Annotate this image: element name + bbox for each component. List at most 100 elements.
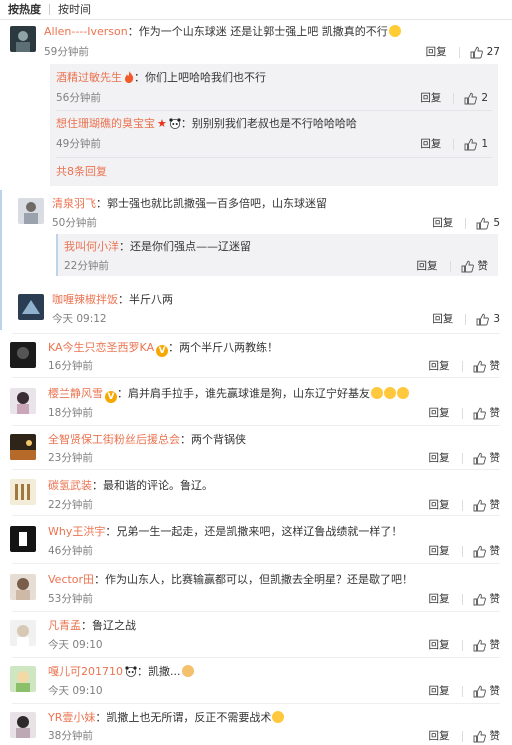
username-link[interactable]: Allen----Iverson xyxy=(44,25,128,38)
username-link[interactable]: 想住珊瑚礁的臭宝宝 xyxy=(56,117,155,130)
reply-button[interactable]: 回复 xyxy=(420,137,441,151)
username-link[interactable]: 我叫何小洋 xyxy=(64,240,119,253)
username-link[interactable]: Vector田 xyxy=(48,573,94,586)
avatar[interactable] xyxy=(10,712,36,738)
comment-text: ：作为山东人，比赛输赢都可以，但凯撒去全明星？还是歇了吧！ xyxy=(94,573,414,586)
action-divider xyxy=(461,685,463,697)
reply-button[interactable]: 回复 xyxy=(432,312,453,326)
like-icon[interactable] xyxy=(473,407,486,420)
comment-item: Why王洪宇：兄弟一生一起走，还是凯撒来吧，这样辽鲁战绩就一样了！ 46分钟前 … xyxy=(0,518,512,562)
avatar[interactable] xyxy=(10,26,36,52)
comment-item: 樱兰静风雪 V ：肩并肩手拉手，谁先赢球谁是狗，山东辽宁好基友 18分钟前 回复 赞 xyxy=(0,380,512,424)
username-link[interactable]: 嘎儿可201710 xyxy=(48,665,123,678)
comment-item: 咖喱辣椒拌饭：半斤八两 今天 09:12 回复 3 xyxy=(0,288,512,332)
comment-text: ：鲁辽之战 xyxy=(81,619,136,632)
reply-content: 酒精过敏先生 ：你们上吧哈哈我们也不行 xyxy=(56,71,266,85)
comment-content: 全智贤保工街粉丝后援总会：两个背锅侠 xyxy=(48,433,246,447)
avatar[interactable] xyxy=(10,479,36,505)
like-icon[interactable] xyxy=(476,313,490,326)
avatar[interactable] xyxy=(10,342,36,368)
avatar[interactable] xyxy=(10,574,36,600)
username-link[interactable]: YR壹小妹 xyxy=(48,711,95,724)
like-icon[interactable] xyxy=(464,138,478,151)
reply-button[interactable]: 回复 xyxy=(429,451,450,465)
like-icon[interactable] xyxy=(464,92,478,105)
avatar[interactable] xyxy=(10,526,36,552)
emoji-icon xyxy=(388,25,401,37)
username-link[interactable]: 咖喱辣椒拌饭 xyxy=(52,293,118,306)
like-button-label[interactable]: 赞 xyxy=(490,498,501,512)
reply-button[interactable]: 回复 xyxy=(429,406,450,420)
sort-by-hot-tab[interactable]: 按热度 xyxy=(0,0,49,20)
reply-button[interactable]: 回复 xyxy=(429,638,450,652)
comment-text: ：半斤八两 xyxy=(118,293,173,306)
comment-time: 16分钟前 xyxy=(48,360,93,372)
more-replies-link[interactable]: 共8条回复 xyxy=(56,165,107,179)
comment-time: 今天 09:10 xyxy=(48,639,103,651)
action-divider xyxy=(461,360,463,372)
comment-actions: 回复 赞 xyxy=(429,498,501,512)
reply-button[interactable]: 回复 xyxy=(429,359,450,373)
reply-button[interactable]: 回复 xyxy=(429,544,450,558)
like-icon[interactable] xyxy=(470,46,483,59)
comment-time: 18分钟前 xyxy=(48,407,93,419)
comment-time: 38分钟前 xyxy=(48,730,93,742)
comment-item: 碳氢武装：最和谐的评论。鲁辽。 22分钟前 回复 赞 xyxy=(0,472,512,514)
like-icon[interactable] xyxy=(473,545,486,558)
like-icon[interactable] xyxy=(473,730,486,743)
avatar[interactable] xyxy=(10,666,36,692)
like-icon[interactable] xyxy=(473,452,486,465)
avatar[interactable] xyxy=(10,620,36,646)
comment-divider xyxy=(12,333,500,334)
avatar[interactable] xyxy=(10,388,36,414)
username-link[interactable]: 全智贤保工街粉丝后援总会 xyxy=(48,433,180,446)
like-button-label[interactable]: 赞 xyxy=(490,684,501,698)
username-link[interactable]: 樱兰静风雪 xyxy=(48,387,103,400)
reply-button[interactable]: 回复 xyxy=(432,216,453,230)
reply-button[interactable]: 回复 xyxy=(426,45,447,59)
reply-item: 想住珊瑚礁的臭宝宝 ★ ：别别别我们老叔也是不行哈哈哈哈 49分钟前 回复 1 xyxy=(50,111,498,157)
like-icon[interactable] xyxy=(476,217,490,230)
reply-button[interactable]: 回复 xyxy=(420,91,441,105)
avatar[interactable] xyxy=(18,198,44,224)
reply-button[interactable]: 回复 xyxy=(429,729,450,743)
action-divider xyxy=(461,639,463,651)
comment-actions: 回复 赞 xyxy=(429,684,501,698)
like-icon[interactable] xyxy=(473,360,486,373)
username-link[interactable]: 碳氢武装 xyxy=(48,479,92,492)
reply-list: 酒精过敏先生 ：你们上吧哈哈我们也不行 56分钟前 回复 2 想住珊瑚礁的臭宝宝 ★… xyxy=(50,64,498,186)
like-icon[interactable] xyxy=(473,685,486,698)
avatar[interactable] xyxy=(10,434,36,460)
comment-actions: 回复 赞 xyxy=(429,729,501,743)
verified-badge-icon: V xyxy=(156,345,169,357)
reply-button[interactable]: 回复 xyxy=(429,498,450,512)
reply-button[interactable]: 回复 xyxy=(429,592,450,606)
sort-by-time-tab[interactable]: 按时间 xyxy=(50,0,99,20)
like-icon[interactable] xyxy=(461,260,474,273)
username-link[interactable]: Why王洪宇 xyxy=(48,525,105,538)
reply-indicator xyxy=(56,234,58,276)
comment-content: YR壹小妹：凯撒上也无所谓，反正不需要战术 xyxy=(48,711,285,725)
reply-actions: 回复 赞 xyxy=(417,259,489,273)
comment-item: Vector田：作为山东人，比赛输赢都可以，但凯撒去全明星？还是歇了吧！ 53分… xyxy=(0,566,512,610)
like-count: 27 xyxy=(486,46,500,58)
like-button-label[interactable]: 赞 xyxy=(490,729,501,743)
like-icon[interactable] xyxy=(473,639,486,652)
like-button-label[interactable]: 赞 xyxy=(490,544,501,558)
username-link[interactable]: KA今生只恋圣西罗KA xyxy=(48,341,154,354)
like-button-label[interactable]: 赞 xyxy=(490,451,501,465)
like-icon[interactable] xyxy=(473,499,486,512)
username-link[interactable]: 清泉羽飞 xyxy=(52,197,96,210)
username-link[interactable]: 酒精过敏先生 xyxy=(56,71,122,84)
reply-button[interactable]: 回复 xyxy=(429,684,450,698)
like-icon[interactable] xyxy=(473,593,486,606)
like-button-label[interactable]: 赞 xyxy=(478,259,489,273)
like-button-label[interactable]: 赞 xyxy=(490,359,501,373)
like-button-label[interactable]: 赞 xyxy=(490,592,501,606)
username-link[interactable]: 凡青孟 xyxy=(48,619,81,632)
like-button-label[interactable]: 赞 xyxy=(490,406,501,420)
reply-button[interactable]: 回复 xyxy=(417,259,438,273)
action-divider xyxy=(461,545,463,557)
avatar[interactable] xyxy=(18,294,44,320)
like-button-label[interactable]: 赞 xyxy=(490,638,501,652)
